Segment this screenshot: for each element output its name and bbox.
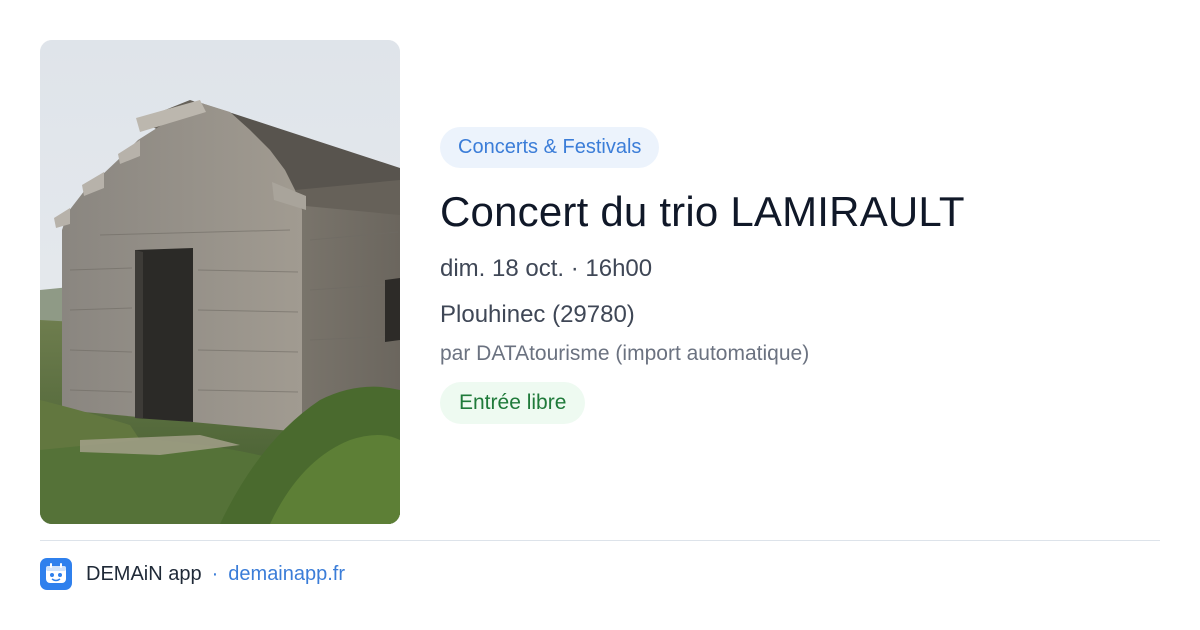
app-name: DEMAiN app — [86, 562, 202, 585]
event-location: Plouhinec (29780) — [440, 301, 635, 328]
app-url-link[interactable]: demainapp.fr — [228, 563, 345, 586]
category-badge[interactable]: Concerts & Festivals — [440, 127, 660, 168]
event-image — [40, 40, 400, 524]
footer: DEMAiN app · demainapp.fr — [40, 558, 345, 590]
event-info: Concerts & Festivals Concert du trio LAM… — [440, 127, 1160, 424]
footer-separator: · — [211, 562, 219, 585]
demain-app-logo-icon — [40, 558, 72, 590]
event-title: Concert du trio LAMIRAULT — [440, 188, 965, 235]
footer-divider — [40, 540, 1160, 541]
price-badge: Entrée libre — [440, 382, 586, 424]
event-source: par DATAtourisme (import automatique) — [440, 342, 810, 365]
event-datetime: dim. 18 oct. · 16h00 — [440, 255, 653, 282]
